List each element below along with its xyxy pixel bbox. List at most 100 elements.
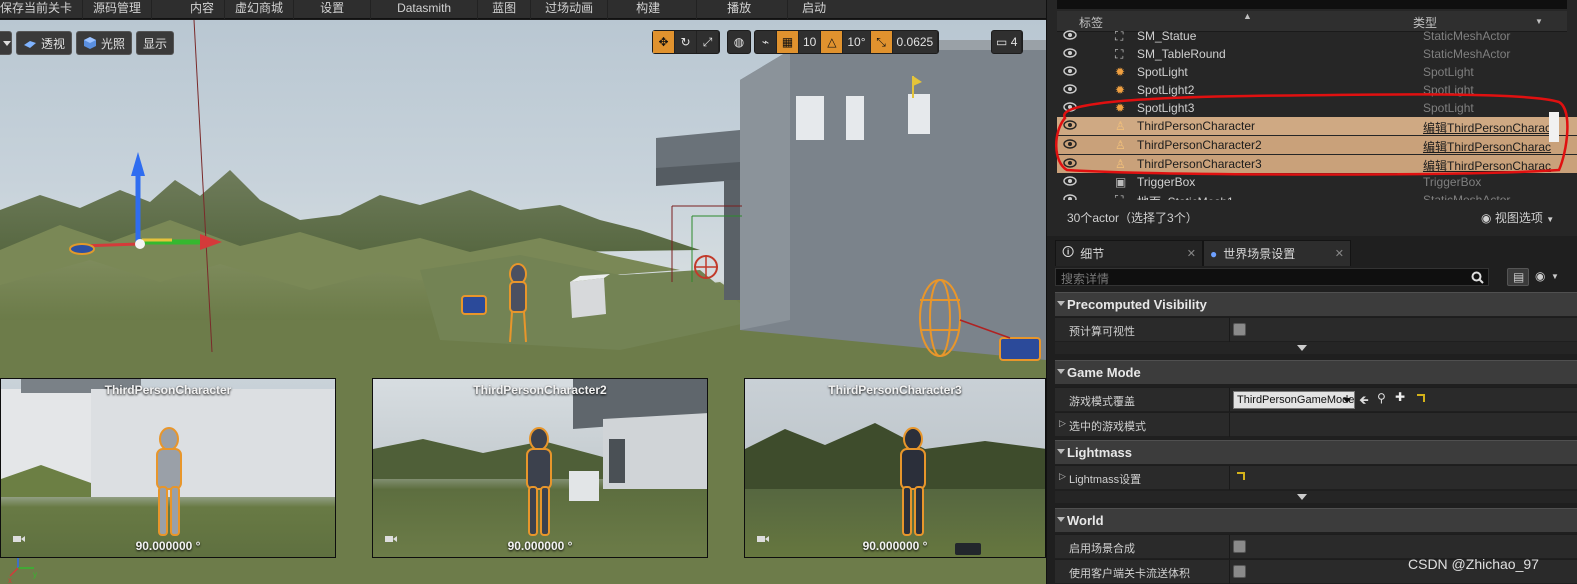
grid-size[interactable]: 10 — [799, 31, 822, 53]
category-world[interactable]: World — [1055, 508, 1577, 532]
use-selected-arrow-icon[interactable]: 🡸 — [1359, 391, 1369, 412]
toolbar-save-level[interactable]: 保存当前关卡 — [0, 0, 84, 19]
camera-speed-value: 4 — [1010, 35, 1018, 49]
actor-name: SpotLight — [1137, 65, 1188, 79]
visibility-eye-icon[interactable] — [1063, 48, 1077, 58]
prop-label: Lightmass设置 — [1069, 474, 1142, 486]
close-icon[interactable]: ✕ — [1335, 247, 1344, 260]
pip-title: ThirdPersonCharacter2 — [473, 383, 607, 397]
lit-mode-button[interactable]: 光照 — [76, 31, 133, 55]
category-label: Game Mode — [1067, 365, 1141, 380]
scale-snap-icon: ⤡ — [876, 34, 886, 49]
viewport-menu-button[interactable] — [0, 31, 12, 55]
client-level-streaming-checkbox[interactable] — [1233, 565, 1246, 578]
perspective-icon — [24, 41, 36, 48]
actor-name: 地面_StaticMesh1 — [1137, 193, 1234, 200]
angle-icon: △ — [827, 35, 837, 49]
pip-title: ThirdPersonCharacter — [104, 383, 232, 397]
scale-snap-value[interactable]: 0.0625 — [893, 31, 939, 53]
details-view-options-button[interactable]: ◉ ▼ — [1533, 268, 1563, 286]
outliner-row[interactable]: ⛶ SM_TableRound StaticMeshActor — [1057, 45, 1577, 63]
tab-details[interactable]: 🛈 细节 ✕ — [1055, 240, 1203, 266]
eye-icon: ◉ — [1535, 269, 1546, 283]
snap-tools: ⌁ ▦ 10 △ 10° ⤡ 0.0625 — [754, 30, 940, 54]
outliner-search-input[interactable] — [1057, 0, 1567, 9]
level-viewport[interactable]: 保存当前关卡 源码管理 内容 虚幻商城 设置 Datasmith 蓝图 过场动画… — [0, 0, 1046, 584]
scene-view[interactable]: z y x 透视 光照 显示 ✥ ↻ ⤢ ◍ ⌁ ▦ — [0, 20, 1046, 584]
camera-icon: ▭ — [996, 35, 1008, 49]
details-search-input[interactable]: 搜索详情 — [1055, 268, 1489, 286]
reset-to-default-icon[interactable] — [1237, 472, 1245, 480]
perspective-label: 透视 — [41, 36, 66, 51]
tab-world-settings[interactable]: ● 世界场景设置 ✕ — [1203, 240, 1351, 266]
browse-search-icon[interactable]: ⚲ — [1377, 391, 1386, 405]
visibility-eye-icon[interactable] — [1063, 194, 1077, 200]
expand-advanced-button[interactable] — [1055, 491, 1577, 503]
outliner-row[interactable]: ⛶ 地面_StaticMesh1 StaticMeshActor — [1057, 191, 1577, 200]
toolbar-cinematics[interactable]: 过场动画 — [531, 0, 609, 19]
close-icon[interactable]: ✕ — [1187, 247, 1196, 260]
toolbar-source-control[interactable]: 源码管理 — [83, 0, 153, 19]
toolbar-play[interactable]: 播放 — [697, 0, 789, 19]
mesh-icon: ⛶ — [1115, 193, 1124, 200]
show-button[interactable]: 显示 — [136, 31, 175, 55]
actor-type: TriggerBox — [1423, 175, 1482, 189]
show-label: 显示 — [143, 36, 168, 51]
selection-annotation — [1055, 93, 1569, 176]
visibility-eye-icon[interactable] — [1063, 176, 1077, 186]
toolbar-launch[interactable]: 启动 — [788, 0, 840, 19]
surface-snap-button[interactable]: ⌁ — [755, 31, 777, 53]
outliner-row[interactable]: ⛶ SM_Statue StaticMeshActor — [1057, 27, 1577, 45]
prop-label: 预计算可视性 — [1069, 326, 1135, 338]
visibility-eye-icon[interactable] — [1063, 66, 1077, 76]
details-icon: 🛈 — [1062, 245, 1075, 259]
add-icon[interactable]: ✚ — [1395, 390, 1405, 404]
prop-lightmass-settings[interactable]: ▷ Lightmass设置 — [1055, 465, 1577, 490]
prop-label: 启用场景合成 — [1069, 543, 1135, 555]
category-game-mode[interactable]: Game Mode — [1055, 360, 1577, 384]
category-precomputed-visibility[interactable]: Precomputed Visibility — [1055, 292, 1577, 316]
world-composition-checkbox[interactable] — [1233, 540, 1246, 553]
expand-arrow-icon: ▷ — [1059, 418, 1066, 428]
scale-snap-toggle[interactable]: ⤡ — [870, 31, 893, 53]
grid-snap-toggle[interactable]: ▦ — [777, 31, 799, 53]
expand-advanced-button[interactable] — [1055, 342, 1577, 354]
toolbar-settings[interactable]: 设置 — [294, 0, 372, 19]
svg-text:x: x — [8, 576, 12, 584]
view-options-button[interactable]: ◉ 视图选项 ▼ — [1481, 209, 1554, 226]
outliner-row[interactable]: ✹ SpotLight SpotLight — [1057, 63, 1577, 81]
category-lightmass[interactable]: Lightmass — [1055, 440, 1577, 464]
pip-angle: 90.000000 ° — [507, 539, 573, 553]
toolbar-datasmith[interactable]: Datasmith — [371, 0, 479, 19]
toolbar-build[interactable]: 构建 — [608, 0, 698, 19]
category-label: Lightmass — [1067, 445, 1133, 460]
camera-speed-button[interactable]: ▭ 4 — [992, 31, 1023, 53]
game-mode-dropdown[interactable]: ThirdPersonGameMode — [1233, 391, 1355, 409]
svg-text:y: y — [33, 570, 37, 579]
reset-to-default-icon[interactable] — [1417, 394, 1425, 402]
visibility-eye-icon[interactable] — [1063, 30, 1077, 40]
trigger-icon: ▣ — [1115, 175, 1127, 189]
camera-icon — [757, 536, 769, 542]
rotation-snap-value[interactable]: 10° — [843, 31, 871, 53]
mesh-icon: ⛶ — [1115, 29, 1124, 43]
search-icon — [1471, 271, 1484, 284]
toolbar-marketplace[interactable]: 虚幻商城 — [225, 0, 295, 19]
prop-selected-game-mode[interactable]: ▷ 选中的游戏模式 — [1055, 412, 1577, 437]
toolbar-content[interactable]: 内容 — [180, 0, 226, 19]
translate-tool[interactable]: ✥ — [653, 31, 675, 53]
globe-icon: ● — [1210, 246, 1218, 261]
sort-arrow-icon: ▲ — [1243, 11, 1252, 21]
scale-icon: ⤢ — [702, 34, 713, 49]
toolbar-blueprints[interactable]: 蓝图 — [478, 0, 532, 19]
perspective-button[interactable]: 透视 — [16, 31, 73, 55]
precomputed-visibility-checkbox[interactable] — [1233, 323, 1246, 336]
rotation-snap-toggle[interactable]: △ — [821, 31, 844, 53]
grid-icon: ▦ — [781, 35, 794, 49]
scale-tool[interactable]: ⤢ — [697, 31, 719, 53]
pip-preview-3: ThirdPersonCharacter3 90.000000 ° — [744, 378, 1046, 558]
actor-name: SM_Statue — [1137, 29, 1197, 43]
property-matrix-button[interactable]: ▤ — [1507, 268, 1529, 286]
world-space-button[interactable]: ◍ — [728, 31, 750, 53]
rotate-tool[interactable]: ↻ — [675, 31, 697, 53]
